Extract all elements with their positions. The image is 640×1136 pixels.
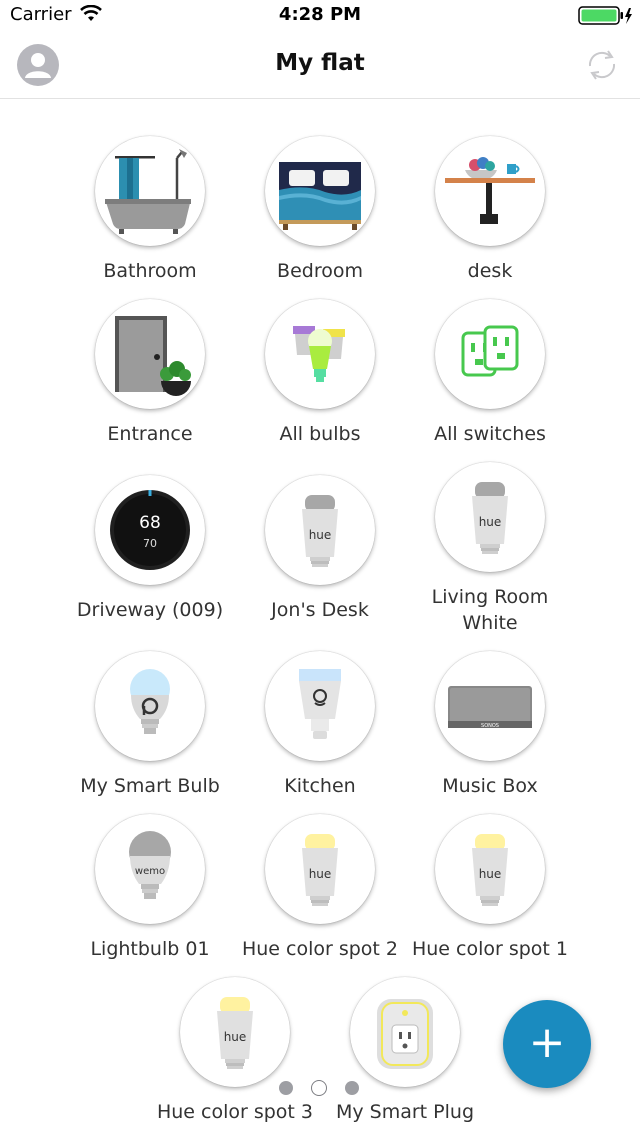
tile-circle[interactable]: 68 70 [95,475,205,585]
tile-label: Living Room White [431,586,549,634]
tile-circle[interactable]: hue [435,814,545,924]
hue-text: hue [479,515,502,529]
tile-circle[interactable]: SONOS [435,651,545,761]
tile-circle[interactable] [95,651,205,761]
tile-label: Jon's Desk [271,599,369,621]
tile-circle[interactable]: hue [435,462,545,572]
status-time: 4:28 PM [278,4,362,25]
hue-bulb-icon: hue [302,495,338,567]
speaker-icon: SONOS [448,686,532,729]
refresh-button[interactable] [584,44,620,90]
sonos-text: SONOS [481,723,499,729]
tile-label: All switches [434,423,546,445]
tile-circle[interactable] [95,136,205,246]
hue-text: hue [309,528,332,542]
tile-circle[interactable] [265,299,375,409]
page-indicator[interactable] [279,1080,361,1098]
plus-icon: + [528,1017,566,1068]
thermostat-setpoint: 70 [143,537,157,550]
page-dot-2-active[interactable] [311,1080,327,1096]
tile-label: Music Box [442,775,538,797]
desk-icon [445,157,535,224]
tile-circle[interactable] [435,299,545,409]
add-button[interactable]: + [503,1000,591,1088]
tile-label: My Smart Plug [335,1101,475,1123]
hue-bulb-icon: hue [472,482,508,554]
tile-circle[interactable] [435,136,545,246]
status-bar: Carrier 4:28 PM [0,0,640,30]
switches-icon [461,325,519,377]
tile-circle[interactable] [350,977,460,1087]
tile-circle[interactable] [95,299,205,409]
tile-circle[interactable]: hue [180,977,290,1087]
battery-icon [578,6,634,30]
bathtub-icon [105,149,191,234]
door-icon [115,316,191,396]
tile-circle[interactable]: wemo [95,814,205,924]
hue-text: hue [224,1030,247,1044]
nav-bar: My flat [0,30,640,99]
page-title: My flat [275,50,365,76]
wemo-bulb-icon: wemo [129,831,171,899]
hue-text: hue [309,867,332,881]
page-dot-3[interactable] [345,1081,359,1095]
hue-bulb-yellow-icon: hue [217,997,253,1069]
tile-circle[interactable]: hue [265,814,375,924]
tile-circle[interactable] [265,136,375,246]
hue-bulb-yellow-icon: hue [302,834,338,906]
hue-bulb-yellow-icon: hue [472,834,508,906]
thermostat-temp: 68 [139,513,161,533]
thermostat-icon: 68 70 [110,490,190,570]
bulbs-icon [293,326,345,382]
tile-label: desk [467,260,513,282]
led-bulb-icon [299,669,341,739]
tile-circle[interactable]: hue [265,475,375,585]
hue-text: hue [479,867,502,881]
wemo-text: wemo [135,866,165,877]
tile-label: Hue color spot 1 [411,938,569,960]
page-dot-1[interactable] [279,1081,293,1095]
smart-plug-icon [377,999,433,1069]
smart-bulb-icon [130,669,170,734]
bed-icon [279,162,361,230]
refresh-icon [588,50,616,80]
tile-circle[interactable] [265,651,375,761]
